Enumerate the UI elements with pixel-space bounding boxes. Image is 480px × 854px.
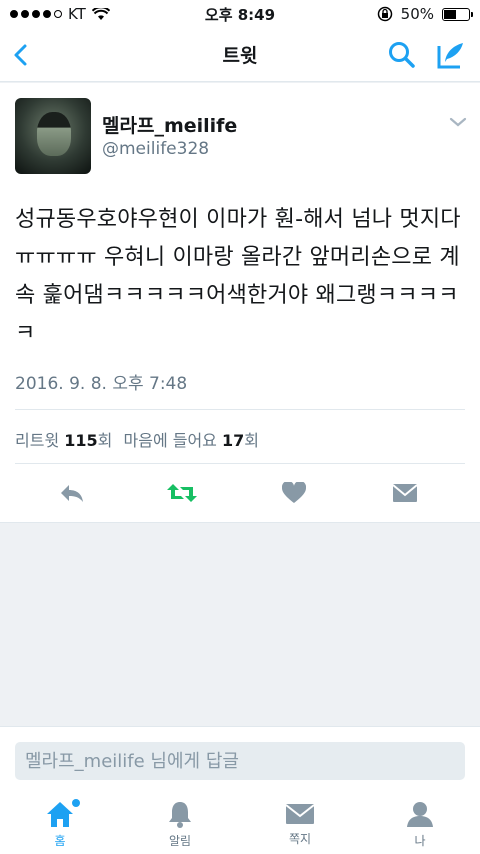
page-title: 트윗 — [222, 45, 258, 67]
retweet-icon — [167, 484, 197, 502]
battery-icon — [442, 7, 473, 21]
retweet-count: 115 — [64, 431, 98, 450]
like-unit: 회 — [244, 431, 259, 450]
display-name[interactable]: 멜라프_meilife — [102, 111, 237, 138]
retweet-unit: 회 — [97, 431, 113, 450]
envelope-icon — [285, 804, 315, 824]
nav-bar: 트윗 — [0, 28, 480, 82]
bell-icon — [169, 802, 191, 828]
tweet-timestamp: 2016. 9. 8. 오후 7:48 — [15, 374, 188, 394]
tab-bar: 홈 알림 쪽지 나 — [0, 786, 480, 854]
reply-button[interactable] — [54, 475, 90, 511]
carrier-label: KT — [68, 5, 86, 23]
screen-name[interactable]: @meilife328 — [102, 139, 209, 159]
like-count: 17 — [222, 431, 245, 450]
divider — [15, 463, 465, 464]
heart-icon — [282, 482, 306, 503]
tweet-detail: 멜라프_meilife @meilife328 성규동우호야우현이 이마가 훤-… — [0, 83, 480, 523]
like-label: 마음에 들어요 — [123, 431, 217, 450]
back-icon[interactable] — [8, 38, 38, 72]
retweet-stat[interactable]: 리트윗 115회 — [15, 427, 112, 451]
tweet-stats: 리트윗 115회 마음에 들어요 17회 — [15, 427, 259, 451]
divider — [15, 409, 465, 410]
status-right: 50% — [377, 5, 473, 23]
tab-label: 알림 — [168, 834, 192, 848]
tab-label: 쪽지 — [288, 832, 312, 846]
envelope-icon — [392, 484, 418, 502]
reply-icon — [61, 485, 83, 502]
tab-me[interactable]: 나 — [360, 786, 480, 854]
wifi-icon — [91, 7, 110, 20]
person-icon — [407, 802, 433, 827]
tab-label: 홈 — [54, 834, 66, 848]
retweet-button[interactable] — [164, 475, 200, 511]
tab-messages[interactable]: 쪽지 — [240, 786, 360, 854]
tweet-text: 성규동우호야우현이 이마가 훤-해서 넘나 멋지다ㅠㅠㅠㅠ 우혀니 이마랑 올라… — [15, 207, 461, 346]
notification-dot — [72, 799, 80, 807]
search-icon[interactable] — [386, 39, 418, 71]
like-stat[interactable]: 마음에 들어요 17회 — [118, 427, 260, 451]
tweet-actions — [0, 475, 480, 511]
home-icon — [47, 802, 73, 827]
avatar-face — [37, 112, 71, 156]
avatar[interactable] — [15, 98, 91, 174]
like-button[interactable] — [276, 475, 312, 511]
signal-icon — [10, 10, 62, 18]
status-left: KT — [10, 5, 110, 23]
direct-message-button[interactable] — [387, 475, 423, 511]
battery-level — [444, 9, 456, 19]
compose-icon[interactable] — [434, 38, 468, 72]
retweet-label: 리트윗 — [15, 431, 60, 450]
tab-home[interactable]: 홈 — [0, 786, 120, 854]
chevron-down-icon[interactable] — [448, 115, 468, 129]
tab-notifications[interactable]: 알림 — [120, 786, 240, 854]
battery-percent: 50% — [400, 5, 434, 23]
reply-input[interactable] — [15, 742, 465, 780]
rotation-lock-icon — [377, 6, 392, 22]
tab-label: 나 — [414, 834, 426, 848]
status-bar: KT 오후 8:49 50% — [0, 0, 480, 28]
reply-bar — [0, 726, 480, 786]
